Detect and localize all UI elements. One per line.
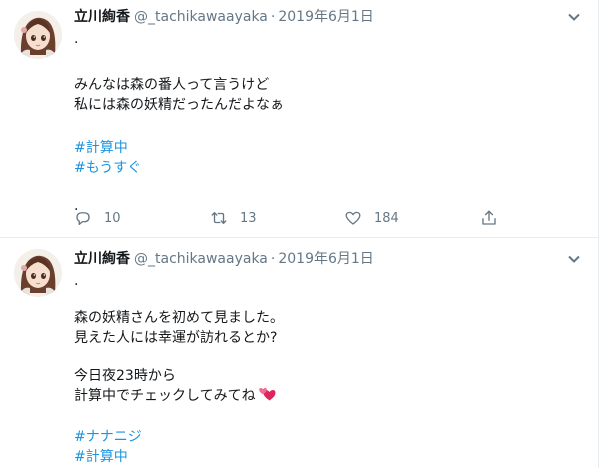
text-line: . xyxy=(74,31,79,47)
reply-button[interactable]: 10 xyxy=(74,208,121,228)
tweet-text: . 森の妖精さんを初めて見ました。 見えた人には幸運が訪れるとか? 今日夜23時… xyxy=(74,271,574,467)
text-line-content: 計算中でチェックしてみてね xyxy=(74,388,256,404)
text-line: 森の妖精さんを初めて見ました。 xyxy=(74,310,284,326)
chevron-down-icon xyxy=(568,13,580,21)
user-handle[interactable]: @_tachikawaayaka xyxy=(134,9,268,25)
hashtag-link[interactable]: #もうすぐ xyxy=(74,158,574,178)
tweet-date[interactable]: 2019年6月1日 xyxy=(278,9,373,25)
text-line: 計算中でチェックしてみてね xyxy=(74,386,574,408)
tweet-actions: 10 13 184 xyxy=(74,208,504,228)
separator-dot: · xyxy=(270,251,276,267)
avatar-anime-girl-icon xyxy=(14,11,62,59)
text-line: 今日夜23時から xyxy=(74,368,176,384)
retweet-icon xyxy=(211,212,227,224)
text-line: みんなは森の番人って言うけど xyxy=(74,77,270,93)
hashtag-link[interactable]: #計算中 xyxy=(74,138,574,158)
hashtag-link[interactable]: #ナナニジ xyxy=(74,427,574,447)
display-name[interactable]: 立川絢香 xyxy=(74,9,130,25)
timeline: 立川絢香 @_tachikawaayaka · 2019年6月1日 . みんなは森の番… xyxy=(0,0,599,468)
retweet-count: 13 xyxy=(240,210,257,226)
tweet-date[interactable]: 2019年6月1日 xyxy=(278,251,373,267)
avatar[interactable] xyxy=(14,11,62,59)
text-line: 私には森の妖精だったんだよなぁ xyxy=(74,97,284,113)
tweet[interactable]: 立川絢香 @_tachikawaayaka · 2019年6月1日 . みんなは森の番… xyxy=(0,0,598,238)
like-button[interactable]: 184 xyxy=(344,208,399,228)
tweet-header: 立川絢香 @_tachikawaayaka · 2019年6月1日 xyxy=(74,7,374,27)
hashtag-link[interactable]: #計算中 xyxy=(74,447,574,467)
user-handle[interactable]: @_tachikawaayaka xyxy=(134,251,268,267)
reply-count: 10 xyxy=(104,210,121,226)
chevron-down-icon xyxy=(568,255,580,263)
more-options-button[interactable] xyxy=(564,249,584,269)
reply-icon xyxy=(76,212,90,226)
display-name[interactable]: 立川絢香 xyxy=(74,251,130,267)
tweet-text: . みんなは森の番人って言うけど 私には森の妖精だったんだよなぁ #計算中 #も… xyxy=(74,29,574,216)
avatar[interactable] xyxy=(14,249,62,297)
more-options-button[interactable] xyxy=(564,7,584,27)
text-line: 見えた人には幸運が訪れるとか? xyxy=(74,330,278,346)
avatar-anime-girl-icon xyxy=(14,249,62,297)
heart-icon xyxy=(345,211,361,225)
share-icon xyxy=(482,210,496,225)
retweet-button[interactable]: 13 xyxy=(210,208,257,228)
separator-dot: · xyxy=(270,9,276,25)
like-count: 184 xyxy=(374,210,399,226)
tweet[interactable]: 立川絢香 @_tachikawaayaka · 2019年6月1日 . 森の妖精さんを… xyxy=(0,239,598,468)
two-hearts-emoji-icon xyxy=(258,386,276,402)
text-line: . xyxy=(74,273,79,289)
share-button[interactable] xyxy=(480,208,498,228)
tweet-header: 立川絢香 @_tachikawaayaka · 2019年6月1日 xyxy=(74,249,374,269)
